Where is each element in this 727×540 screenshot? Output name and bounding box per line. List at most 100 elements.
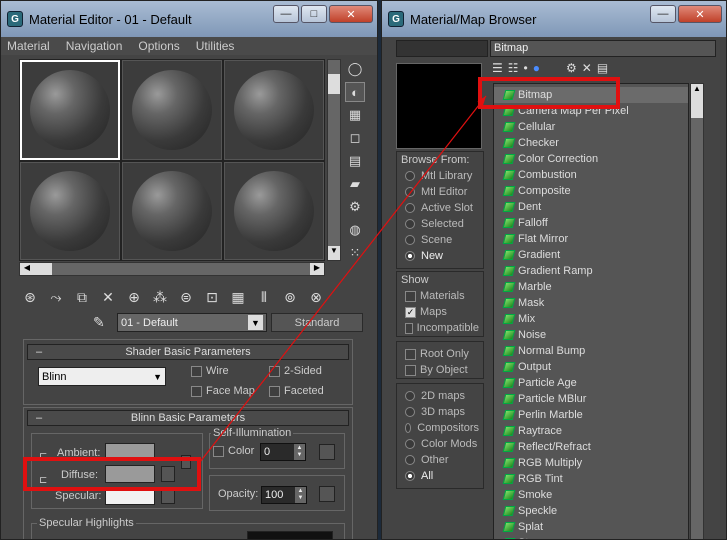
map-item[interactable]: Flat Mirror bbox=[494, 231, 688, 247]
category-compositors-radio[interactable]: Compositors bbox=[401, 420, 479, 436]
sample-slot[interactable] bbox=[122, 60, 222, 160]
minimize-button[interactable]: — bbox=[273, 5, 299, 23]
blinn-rollout-header[interactable]: – Blinn Basic Parameters bbox=[27, 410, 349, 426]
show-map-icon[interactable]: ▦ bbox=[227, 286, 249, 308]
material-effects-icon[interactable]: ⊡ bbox=[201, 286, 223, 308]
assign-to-selection-icon[interactable]: ⧉ bbox=[71, 286, 93, 308]
browse-mtl-editor-radio[interactable]: Mtl Editor bbox=[401, 184, 479, 200]
go-to-parent-icon[interactable]: ⊚ bbox=[279, 286, 301, 308]
shader-dropdown[interactable]: Blinn ▼ bbox=[38, 367, 166, 386]
pick-material-eyedropper-icon[interactable]: ✎ bbox=[93, 314, 113, 331]
map-list-scrollbar[interactable]: ▲ bbox=[690, 83, 704, 539]
options-icon[interactable]: ⚙ bbox=[345, 197, 365, 217]
category-all-radio[interactable]: All bbox=[401, 468, 479, 484]
map-item[interactable]: Gradient Ramp bbox=[494, 263, 688, 279]
map-item[interactable]: Combustion bbox=[494, 167, 688, 183]
menu-options[interactable]: Options bbox=[138, 39, 179, 53]
self-illum-map-button[interactable] bbox=[319, 444, 335, 460]
title-bar[interactable]: G Material Editor - 01 - Default — □ ✕ bbox=[1, 1, 377, 37]
clear-icon[interactable]: ▤ bbox=[597, 61, 608, 75]
menu-navigation[interactable]: Navigation bbox=[66, 39, 123, 53]
map-item[interactable]: Mix bbox=[494, 311, 688, 327]
reset-map-icon[interactable]: ✕ bbox=[97, 286, 119, 308]
menu-material[interactable]: Material bbox=[7, 39, 50, 53]
map-item[interactable]: Smoke bbox=[494, 487, 688, 503]
map-item[interactable]: Dent bbox=[494, 199, 688, 215]
background-icon[interactable]: ▦ bbox=[345, 105, 365, 125]
sample-slot[interactable] bbox=[20, 162, 120, 260]
browser-name-field[interactable]: Bitmap bbox=[490, 40, 716, 57]
browse-scene-radio[interactable]: Scene bbox=[401, 232, 479, 248]
put-to-scene-icon[interactable]: ⤳ bbox=[45, 286, 67, 308]
opacity-spinner[interactable]: 100 ▲ ▼ bbox=[261, 486, 307, 504]
map-item[interactable]: Speckle bbox=[494, 503, 688, 519]
map-item[interactable]: Mask bbox=[494, 295, 688, 311]
minimize-button[interactable]: — bbox=[650, 5, 676, 23]
update-scene-icon[interactable]: ⚙ bbox=[566, 61, 577, 75]
show-end-result-icon[interactable]: ⫴ bbox=[253, 286, 275, 308]
two-sided-checkbox[interactable]: 2-Sided bbox=[269, 365, 322, 377]
sample-slot[interactable] bbox=[224, 60, 324, 160]
browse-new-radio[interactable]: New bbox=[401, 248, 479, 264]
opacity-map-button[interactable] bbox=[319, 486, 335, 502]
self-illum-value-spinner[interactable]: 0 ▲ ▼ bbox=[260, 443, 306, 461]
map-item[interactable]: Stucco bbox=[494, 535, 688, 539]
menu-utilities[interactable]: Utilities bbox=[196, 39, 235, 53]
face-map-checkbox[interactable]: Face Map bbox=[191, 385, 255, 397]
map-item[interactable]: Output bbox=[494, 359, 688, 375]
put-to-library-icon[interactable]: ⊜ bbox=[175, 286, 197, 308]
browser-search-input[interactable] bbox=[396, 40, 488, 57]
view-large-icons-icon[interactable]: ● bbox=[533, 61, 540, 75]
map-item[interactable]: Reflect/Refract bbox=[494, 439, 688, 455]
material-name-dropdown[interactable]: 01 - Default ▼ bbox=[117, 313, 267, 332]
show-materials-checkbox[interactable]: Materials bbox=[401, 288, 479, 304]
map-item[interactable]: RGB Multiply bbox=[494, 455, 688, 471]
delete-icon[interactable]: ✕ bbox=[582, 61, 592, 75]
map-item[interactable]: Gradient bbox=[494, 247, 688, 263]
category-other-radio[interactable]: Other bbox=[401, 452, 479, 468]
sample-slot[interactable] bbox=[20, 60, 120, 160]
map-item[interactable]: Composite bbox=[494, 183, 688, 199]
slots-horizontal-scrollbar[interactable]: ◀ ▶ bbox=[19, 262, 325, 276]
wire-checkbox[interactable]: Wire bbox=[191, 365, 229, 377]
material-navigator-icon[interactable]: ⁙ bbox=[345, 243, 365, 263]
map-item[interactable]: Cellular bbox=[494, 119, 688, 135]
slots-vertical-scrollbar[interactable]: ▼ bbox=[327, 59, 341, 261]
category-3d-maps-radio[interactable]: 3D maps bbox=[401, 404, 479, 420]
map-item[interactable]: Raytrace bbox=[494, 423, 688, 439]
make-unique-icon[interactable]: ⁂ bbox=[149, 286, 171, 308]
close-button[interactable]: ✕ bbox=[329, 5, 373, 23]
browse-mtl-library-radio[interactable]: Mtl Library bbox=[401, 168, 479, 184]
map-item[interactable]: Checker bbox=[494, 135, 688, 151]
material-type-button[interactable]: Standard bbox=[271, 313, 363, 332]
backlight-icon[interactable]: ◐ bbox=[345, 82, 365, 102]
browser-title-bar[interactable]: G Material/Map Browser — ✕ bbox=[382, 1, 726, 37]
by-object-checkbox[interactable]: By Object bbox=[401, 362, 479, 378]
view-list-icon[interactable]: ☰ bbox=[492, 61, 503, 75]
show-maps-checkbox[interactable]: ✓ Maps bbox=[401, 304, 479, 320]
view-list-icons-icon[interactable]: ☷ bbox=[508, 61, 519, 75]
category-2d-maps-radio[interactable]: 2D maps bbox=[401, 388, 479, 404]
select-by-material-icon[interactable]: ◍ bbox=[345, 220, 365, 240]
view-small-icons-icon[interactable]: • bbox=[524, 61, 528, 75]
map-item[interactable]: Splat bbox=[494, 519, 688, 535]
preview-icon[interactable]: ▰ bbox=[345, 174, 365, 194]
map-item[interactable]: Particle Age bbox=[494, 375, 688, 391]
make-copy-icon[interactable]: ⊕ bbox=[123, 286, 145, 308]
map-item[interactable]: Perlin Marble bbox=[494, 407, 688, 423]
video-check-icon[interactable]: ▤ bbox=[345, 151, 365, 171]
close-button[interactable]: ✕ bbox=[678, 5, 722, 23]
self-illum-color-checkbox[interactable]: Color bbox=[213, 445, 254, 457]
map-item[interactable]: Marble bbox=[494, 279, 688, 295]
root-only-checkbox[interactable]: Root Only bbox=[401, 346, 479, 362]
maximize-button[interactable]: □ bbox=[301, 5, 327, 23]
map-item[interactable]: Falloff bbox=[494, 215, 688, 231]
map-item[interactable]: Normal Bump bbox=[494, 343, 688, 359]
go-forward-sibling-icon[interactable]: ⊗ bbox=[305, 286, 327, 308]
sample-type-icon[interactable]: ◯ bbox=[345, 59, 365, 79]
faceted-checkbox[interactable]: Faceted bbox=[269, 385, 324, 397]
shader-rollout-header[interactable]: – Shader Basic Parameters bbox=[27, 344, 349, 360]
map-item[interactable]: Noise bbox=[494, 327, 688, 343]
uv-tiling-icon[interactable]: ◻ bbox=[345, 128, 365, 148]
map-item[interactable]: Particle MBlur bbox=[494, 391, 688, 407]
